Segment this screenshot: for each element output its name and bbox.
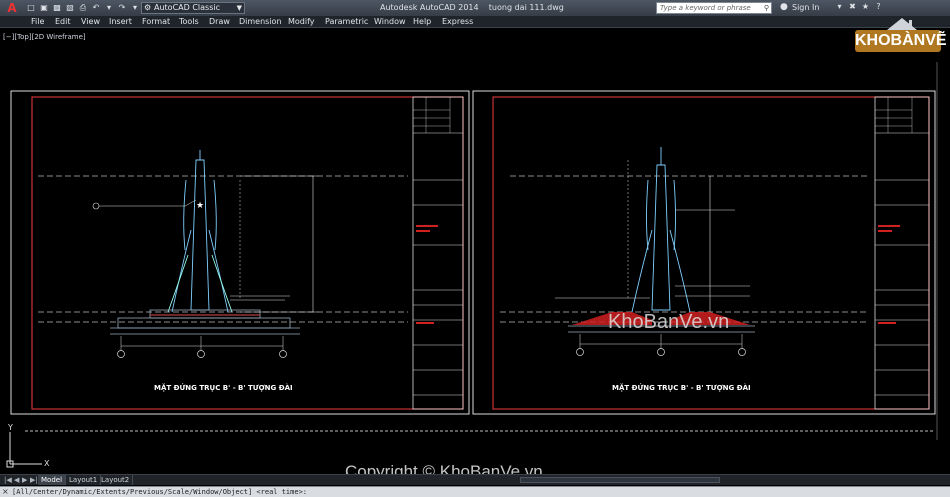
close-icon[interactable]: × — [2, 487, 9, 497]
sheet-2 — [472, 90, 936, 415]
new-file-icon[interactable]: □ — [26, 2, 36, 13]
autocad-window: A □ ▣ ▩ ▧ ⎙ ↶ ▾ ↷ ▾ ⚙ AutoCAD Classic ▼ … — [0, 0, 950, 497]
print-icon[interactable]: ⎙ — [78, 2, 88, 13]
menu-express[interactable]: Express — [442, 17, 473, 27]
sheet-2-border — [492, 96, 930, 410]
logo-text: KHOBÀNVẼ — [855, 30, 947, 52]
undo-icon[interactable]: ↶ — [91, 2, 101, 13]
menu-help[interactable]: Help — [413, 17, 431, 27]
first-tab-icon[interactable]: |◀ — [4, 475, 12, 485]
menu-format[interactable]: Format — [142, 17, 170, 27]
next-tab-icon[interactable]: ▶ — [22, 475, 27, 485]
menu-insert[interactable]: Insert — [109, 17, 132, 27]
horizontal-scrollbar[interactable] — [520, 477, 720, 483]
last-tab-icon[interactable]: ▶| — [30, 475, 38, 485]
redo-icon[interactable]: ↷ — [117, 2, 127, 13]
redo-dropdown-icon[interactable]: ▾ — [130, 2, 140, 13]
exchange-icon[interactable]: ✖ — [848, 2, 857, 11]
chevron-down-icon: ▼ — [236, 4, 242, 12]
menu-edit[interactable]: Edit — [55, 17, 71, 27]
khobanve-logo: KHOBÀNVẼ — [847, 18, 947, 62]
layout-tab-bar: |◀ ◀ ▶ ▶| Model Layout1 Layout2 — [0, 474, 950, 485]
search-placeholder: Type a keyword or phrase — [660, 4, 751, 12]
save-icon[interactable]: ▩ — [52, 2, 62, 13]
menu-dimension[interactable]: Dimension — [239, 17, 282, 27]
drawing-area[interactable]: ★ Y X MẶT ĐỨNG TRỤC B' - B' TƯỢNG ĐÀI MẶ… — [0, 28, 950, 474]
svg-text:★: ★ — [196, 201, 204, 211]
search-input[interactable]: Type a keyword or phrase ⚲ — [656, 2, 772, 14]
prev-tab-icon[interactable]: ◀ — [14, 475, 19, 485]
sheet-1-title: MẶT ĐỨNG TRỤC B' - B' TƯỢNG ĐÀI — [154, 384, 293, 392]
open-file-icon[interactable]: ▣ — [39, 2, 49, 13]
app-name: Autodesk AutoCAD 2014 — [380, 3, 479, 12]
help-icon[interactable]: ? — [874, 2, 883, 11]
command-line[interactable]: × [All/Center/Dynamic/Extents/Previous/S… — [0, 486, 950, 497]
title-icons: ▾ ✖ ★ ? — [835, 2, 883, 11]
quick-access-toolbar: □ ▣ ▩ ▧ ⎙ ↶ ▾ ↷ ▾ — [26, 2, 140, 13]
save-as-icon[interactable]: ▧ — [65, 2, 75, 13]
menu-modify[interactable]: Modify — [288, 17, 315, 27]
workspace-label: AutoCAD Classic — [154, 3, 221, 12]
sign-in-dropdown-icon[interactable]: ▾ — [835, 2, 844, 11]
menu-tools[interactable]: Tools — [179, 17, 199, 27]
menu-view[interactable]: View — [81, 17, 100, 27]
user-icon[interactable]: ● — [780, 2, 788, 12]
drawing-svg: ★ Y X — [6, 62, 938, 468]
viewport-controls[interactable]: [−][Top][2D Wireframe] — [3, 33, 86, 41]
star-icon[interactable]: ★ — [861, 2, 870, 11]
watermark-text: KhoBanVe.vn — [608, 311, 730, 333]
tab-layout1[interactable]: Layout1 — [66, 475, 102, 485]
workspace-dropdown[interactable]: ⚙ AutoCAD Classic ▼ — [141, 2, 245, 14]
autocad-logo-icon[interactable]: A — [1, 1, 23, 15]
tab-model[interactable]: Model — [38, 475, 67, 485]
sheet-1-title-block — [412, 96, 464, 410]
sheet-2-title-block — [874, 96, 930, 410]
file-name: tuong dai 111.dwg — [488, 3, 564, 12]
search-icon[interactable]: ⚲ — [764, 3, 769, 13]
title-bar: A □ ▣ ▩ ▧ ⎙ ↶ ▾ ↷ ▾ ⚙ AutoCAD Classic ▼ … — [0, 0, 950, 16]
sheet-1: ★ — [10, 90, 470, 415]
menu-draw[interactable]: Draw — [209, 17, 230, 27]
menu-bar: File Edit View Insert Format Tools Draw … — [0, 16, 950, 28]
sheet-1-border — [31, 96, 464, 410]
sheet-2-paper — [472, 90, 936, 415]
ucs-icon — [6, 432, 42, 468]
gear-icon: ⚙ — [144, 3, 152, 12]
window-title: Autodesk AutoCAD 2014 tuong dai 111.dwg — [380, 3, 564, 12]
menu-parametric[interactable]: Parametric — [325, 17, 368, 27]
svg-text:X: X — [44, 459, 50, 468]
undo-dropdown-icon[interactable]: ▾ — [104, 2, 114, 13]
command-prompt: [All/Center/Dynamic/Extents/Previous/Sca… — [12, 488, 308, 496]
menu-window[interactable]: Window — [374, 17, 406, 27]
sheet-2-title: MẶT ĐỨNG TRỤC B' - B' TƯỢNG ĐÀI — [612, 384, 751, 392]
sign-in-button[interactable]: Sign In — [792, 3, 819, 12]
menu-file[interactable]: File — [31, 17, 44, 27]
svg-text:Y: Y — [7, 423, 13, 432]
tab-layout2[interactable]: Layout2 — [98, 475, 134, 485]
